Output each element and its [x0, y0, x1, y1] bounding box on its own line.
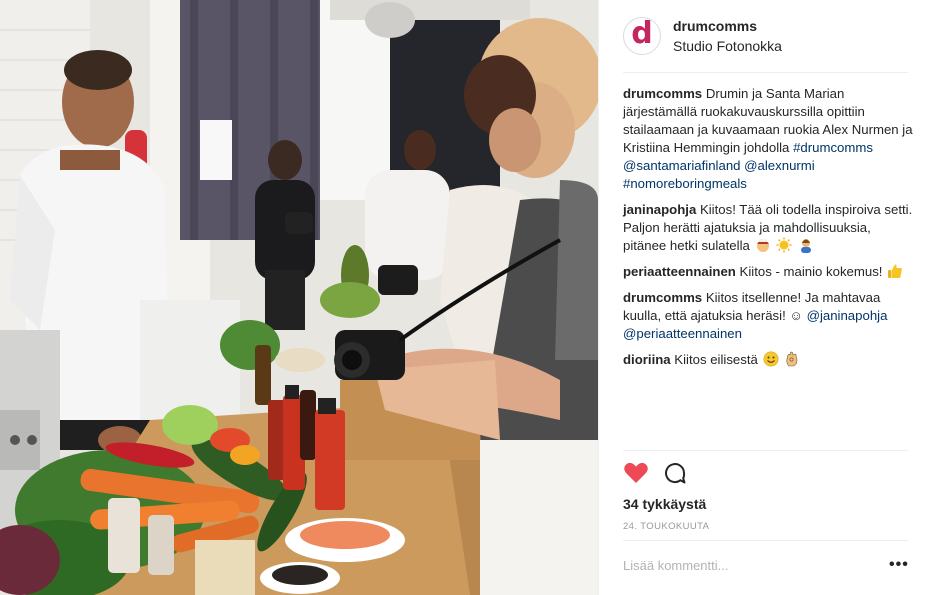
- instagram-post: d drumcomms Studio Fotonokka drumcomms D…: [0, 0, 930, 595]
- comment-text: Kiitos eilisestä: [674, 352, 758, 367]
- avatar[interactable]: d: [623, 17, 661, 55]
- like-heart-icon[interactable]: [623, 461, 649, 485]
- comment-username[interactable]: janinapohja: [623, 202, 696, 217]
- avatar-letter: d: [631, 16, 653, 51]
- ok-hand-emoji: [786, 351, 798, 367]
- comment-list: drumcomms Drumin ja Santa Marian järjest…: [623, 85, 913, 377]
- sun-emoji: [776, 237, 792, 253]
- smile-emoji: [763, 351, 779, 367]
- comment-icon[interactable]: [663, 461, 687, 485]
- post-photo[interactable]: [0, 0, 598, 595]
- caption: drumcomms Drumin ja Santa Marian järjest…: [623, 85, 913, 193]
- post-header: d drumcomms Studio Fotonokka: [599, 0, 930, 72]
- mention-janinapohja[interactable]: @janinapohja: [807, 308, 888, 323]
- author-username[interactable]: drumcomms: [673, 17, 782, 35]
- comment-item: dioriina Kiitos eilisestä: [623, 351, 913, 369]
- smiling-emoji: ☺: [789, 308, 803, 323]
- woman-emoji: [800, 239, 811, 253]
- comment-item: drumcomms Kiitos itsellenne! Ja mahtavaa…: [623, 289, 913, 343]
- mention-santamariafinland[interactable]: @santamariafinland: [623, 158, 740, 173]
- caption-username[interactable]: drumcomms: [623, 86, 702, 101]
- woman-cook-emoji: [756, 239, 769, 252]
- comment-input-divider: [623, 540, 908, 541]
- mention-alexnurmi[interactable]: @alexnurmi: [744, 158, 815, 173]
- comment-username[interactable]: periaatteennainen: [623, 264, 736, 279]
- comment-text: Kiitos - mainio kokemus!: [739, 264, 883, 279]
- post-side-panel: d drumcomms Studio Fotonokka drumcomms D…: [598, 0, 930, 595]
- cooking-class-photo: [0, 0, 598, 595]
- post-date: 24. TOUKOKUUTA: [623, 521, 710, 532]
- post-location[interactable]: Studio Fotonokka: [673, 37, 782, 55]
- more-options-icon[interactable]: •••: [889, 556, 909, 574]
- likes-count[interactable]: 34 tykkäystä: [623, 496, 706, 512]
- comment-username[interactable]: dioriina: [623, 352, 671, 367]
- comment-username[interactable]: drumcomms: [623, 290, 702, 305]
- hashtag-nomoreboringmeals[interactable]: #nomoreboringmeals: [623, 176, 747, 191]
- mention-periaatteennainen[interactable]: @periaatteennainen: [623, 326, 742, 341]
- comment-item: janinapohja Kiitos! Tää oli todella insp…: [623, 201, 913, 255]
- add-comment-input[interactable]: [623, 558, 883, 573]
- comment-item: periaatteennainen Kiitos - mainio kokemu…: [623, 263, 913, 281]
- hashtag-drumcomms[interactable]: #drumcomms: [793, 140, 873, 155]
- thumbs-up-emoji: [888, 264, 903, 278]
- author-info: drumcomms Studio Fotonokka: [673, 17, 782, 55]
- actions-divider: [623, 450, 908, 451]
- header-divider: [623, 72, 908, 73]
